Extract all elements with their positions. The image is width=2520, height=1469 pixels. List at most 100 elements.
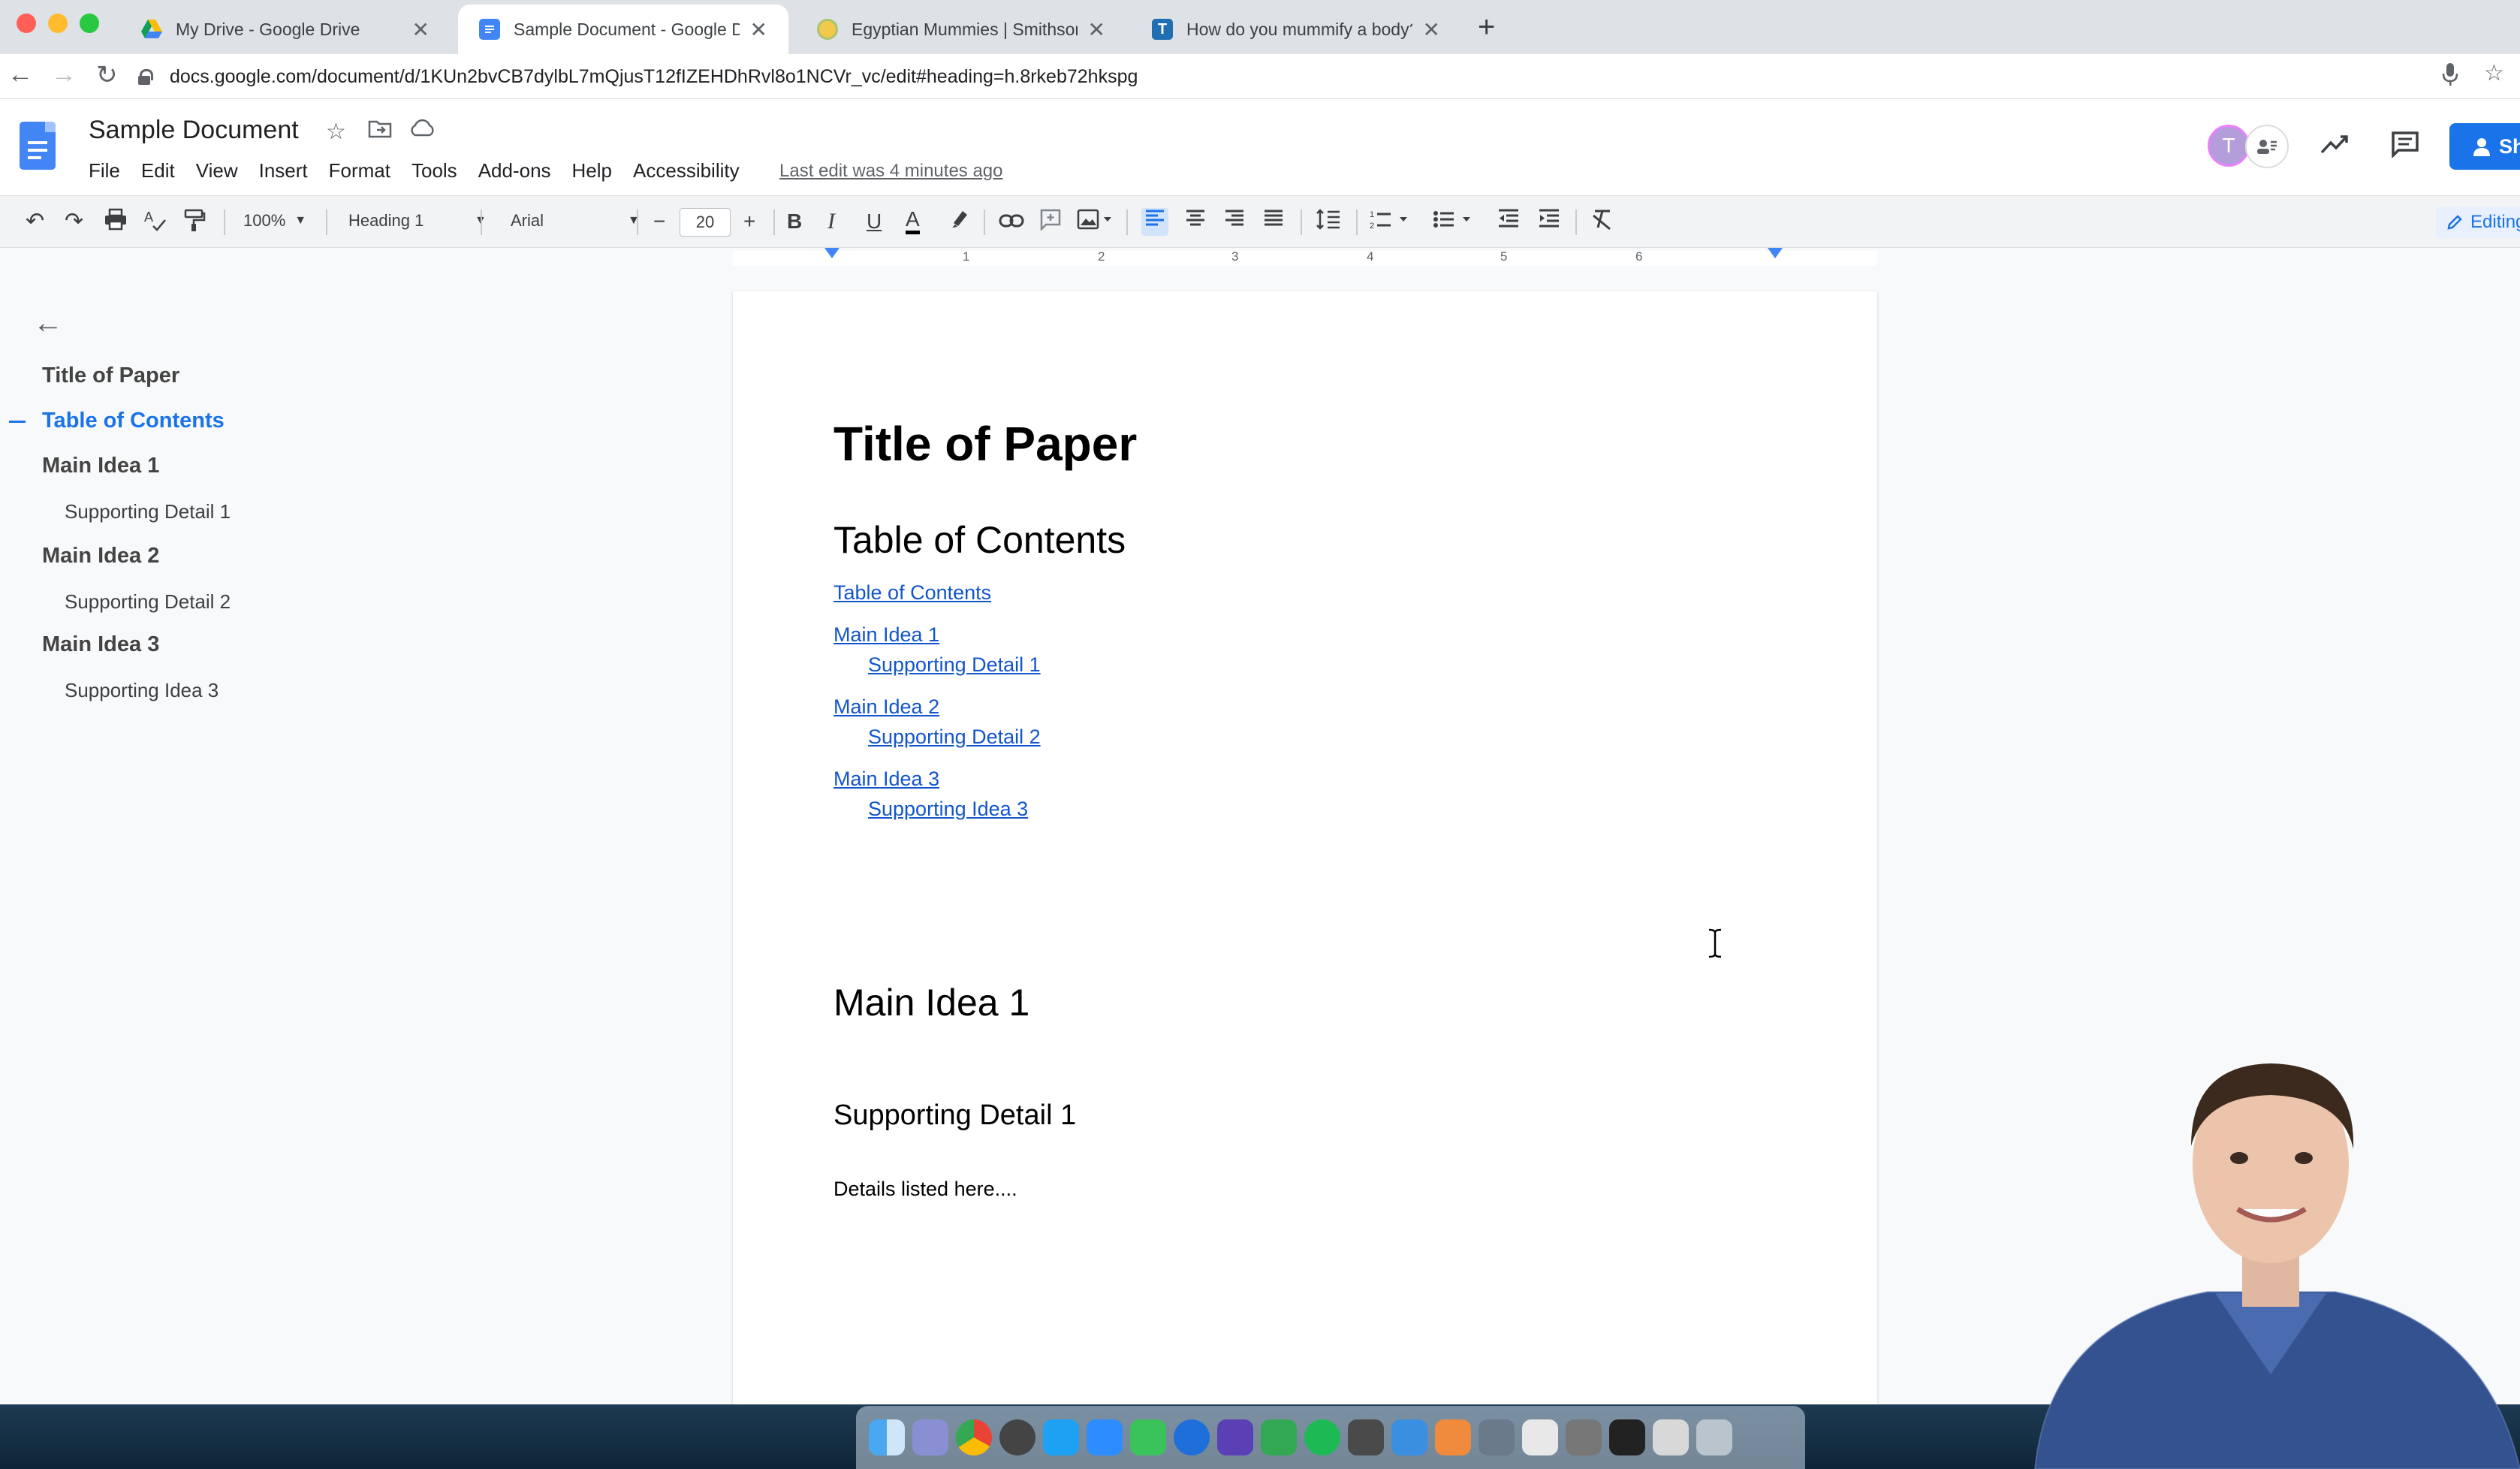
- menu-add-ons[interactable]: Add-ons: [478, 159, 551, 182]
- increase-font-size-icon[interactable]: +: [743, 208, 755, 235]
- right-indent-marker[interactable]: [1768, 248, 1783, 258]
- insert-link-icon[interactable]: [999, 208, 1024, 235]
- terminal-icon[interactable]: [1609, 1419, 1645, 1455]
- menu-file[interactable]: File: [89, 159, 120, 182]
- close-tab-icon[interactable]: ✕: [750, 17, 767, 42]
- menu-format[interactable]: Format: [329, 159, 390, 182]
- outline-item-table-of-contents[interactable]: Table of Contents: [42, 409, 225, 433]
- back-arrow-icon[interactable]: ←: [8, 60, 33, 89]
- paragraph-style-select[interactable]: Heading 1▼: [348, 211, 487, 231]
- toc-link-main-idea-3[interactable]: Main Idea 3: [833, 768, 939, 791]
- justify-icon[interactable]: [1263, 208, 1284, 236]
- font-size-input[interactable]: 20: [680, 208, 731, 237]
- spotify-icon[interactable]: [1304, 1419, 1340, 1455]
- browser-tab-sample-document[interactable]: Sample Document - Google Docs ✕: [458, 5, 788, 54]
- menu-view[interactable]: View: [196, 159, 238, 182]
- toc-link-main-idea-2[interactable]: Main Idea 2: [833, 695, 939, 719]
- docs-home-icon[interactable]: [20, 122, 56, 170]
- move-folder-icon[interactable]: [368, 119, 392, 144]
- menu-tools[interactable]: Tools: [411, 159, 457, 182]
- pages-icon[interactable]: [1435, 1419, 1471, 1455]
- finder-icon[interactable]: [869, 1419, 905, 1455]
- share-button[interactable]: Sh: [2449, 123, 2520, 170]
- minimize-window-icon[interactable]: [48, 14, 68, 33]
- bookmark-star-icon[interactable]: ☆: [2484, 60, 2504, 86]
- insert-image-icon[interactable]: [1077, 208, 1114, 237]
- decrease-font-size-icon[interactable]: −: [653, 208, 665, 235]
- twitter-icon[interactable]: [1043, 1419, 1079, 1455]
- document-page[interactable]: Title of Paper Table of Contents Table o…: [733, 291, 1877, 1418]
- align-right-icon[interactable]: [1224, 208, 1245, 236]
- toc-link-supporting-detail-1[interactable]: Supporting Detail 1: [868, 653, 1041, 677]
- maximize-window-icon[interactable]: [80, 14, 99, 33]
- outline-item-main-idea-3[interactable]: Main Idea 3: [42, 632, 159, 657]
- line-spacing-icon[interactable]: [1316, 208, 1341, 237]
- underline-button[interactable]: U: [867, 208, 882, 235]
- close-outline-arrow-icon[interactable]: ←: [33, 306, 63, 340]
- italic-button[interactable]: I: [827, 208, 835, 235]
- decrease-indent-icon[interactable]: [1497, 208, 1520, 236]
- print-icon[interactable]: [104, 208, 128, 237]
- new-tab-icon[interactable]: +: [1478, 11, 1495, 44]
- toc-link-table-of-contents[interactable]: Table of Contents: [833, 581, 991, 605]
- menu-edit[interactable]: Edit: [141, 159, 175, 182]
- bulleted-list-icon[interactable]: [1433, 208, 1473, 237]
- close-tab-icon[interactable]: ✕: [1088, 17, 1105, 42]
- zoom-icon[interactable]: [1087, 1419, 1123, 1455]
- close-window-icon[interactable]: [17, 14, 36, 33]
- outline-item-main-idea-2[interactable]: Main Idea 2: [42, 544, 159, 569]
- align-center-icon[interactable]: [1185, 208, 1206, 236]
- menu-insert[interactable]: Insert: [259, 159, 308, 182]
- textedit-icon[interactable]: [1522, 1419, 1558, 1455]
- numbers-icon[interactable]: [1261, 1419, 1297, 1455]
- undo-icon[interactable]: ↶: [26, 208, 44, 235]
- increase-indent-icon[interactable]: [1538, 208, 1560, 236]
- trash-icon[interactable]: [1696, 1419, 1732, 1455]
- comments-icon[interactable]: [2391, 131, 2419, 165]
- menu-help[interactable]: Help: [572, 159, 612, 182]
- left-indent-marker[interactable]: [824, 248, 839, 258]
- imovie-icon[interactable]: [1217, 1419, 1253, 1455]
- browser-tab-smithsonian[interactable]: Egyptian Mummies | Smithsonian ✕: [796, 5, 1126, 54]
- outline-item-main-idea-1[interactable]: Main Idea 1: [42, 454, 159, 478]
- outline-item-supporting-idea-3[interactable]: Supporting Idea 3: [65, 679, 219, 702]
- menu-accessibility[interactable]: Accessibility: [633, 159, 740, 182]
- url-field[interactable]: docs.google.com/document/d/1KUn2bvCB7dyl…: [138, 60, 2436, 93]
- close-tab-icon[interactable]: ✕: [1423, 17, 1440, 42]
- text-color-button[interactable]: A: [906, 208, 920, 234]
- network-icon[interactable]: [1391, 1419, 1427, 1455]
- zoom-select[interactable]: 100% ▼: [243, 211, 306, 231]
- forward-arrow-icon[interactable]: →: [51, 60, 77, 89]
- outline-item-supporting-detail-1[interactable]: Supporting Detail 1: [65, 500, 231, 523]
- last-edit-link[interactable]: Last edit was 4 minutes ago: [779, 161, 1003, 182]
- microphone-icon[interactable]: [2442, 63, 2458, 91]
- insert-comment-icon[interactable]: [1039, 208, 1062, 237]
- chrome-icon[interactable]: [956, 1419, 992, 1455]
- browser-tab-drive[interactable]: My Drive - Google Drive ✕: [120, 5, 451, 54]
- launchpad-icon[interactable]: [912, 1419, 948, 1455]
- quicktime-icon[interactable]: [1174, 1419, 1210, 1455]
- bold-button[interactable]: B: [787, 208, 802, 235]
- printer-icon[interactable]: [1348, 1419, 1384, 1455]
- toc-link-supporting-idea-3[interactable]: Supporting Idea 3: [868, 798, 1028, 821]
- browser-tab-mummify[interactable]: T How do you mummify a body? ✕: [1131, 5, 1461, 54]
- collaborator-avatar[interactable]: T: [2208, 125, 2250, 167]
- star-icon[interactable]: ☆: [326, 119, 346, 145]
- outline-item-title[interactable]: Title of Paper: [42, 363, 179, 388]
- messages-icon[interactable]: [1130, 1419, 1166, 1455]
- paint-format-icon[interactable]: [183, 208, 206, 239]
- numbered-list-icon[interactable]: 12: [1370, 208, 1410, 237]
- safari-icon[interactable]: [999, 1419, 1035, 1455]
- font-family-select[interactable]: Arial ▼: [511, 211, 640, 231]
- document-title[interactable]: Sample Document: [89, 116, 299, 145]
- calculator-icon[interactable]: [1566, 1419, 1602, 1455]
- outline-item-supporting-detail-2[interactable]: Supporting Detail 2: [65, 590, 231, 614]
- activity-dashboard-icon[interactable]: [2320, 131, 2349, 163]
- preview-icon[interactable]: [1653, 1419, 1689, 1455]
- redo-icon[interactable]: ↷: [65, 208, 83, 235]
- close-tab-icon[interactable]: ✕: [412, 17, 430, 42]
- anonymous-viewer-icon[interactable]: [2245, 125, 2289, 168]
- cloud-saved-icon[interactable]: [408, 119, 436, 144]
- screen-sharing-icon[interactable]: [1479, 1419, 1515, 1455]
- toc-link-main-idea-1[interactable]: Main Idea 1: [833, 623, 939, 647]
